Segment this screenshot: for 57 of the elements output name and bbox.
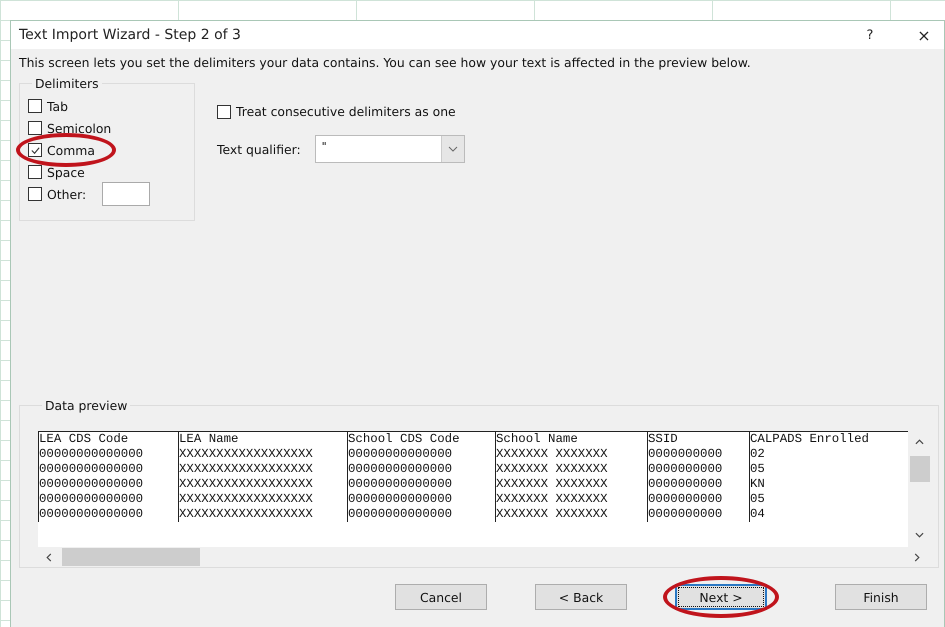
help-button[interactable]: ? — [850, 21, 890, 49]
column-header: LEA Name — [178, 432, 347, 447]
table-cell: 00000000000000 — [38, 507, 178, 522]
dialog-button[interactable]: Next > — [675, 584, 767, 610]
table-cell: 00000000000000 — [347, 462, 495, 477]
table-cell: XXXXXXX XXXXXXX — [495, 447, 647, 462]
table-cell: 0000000000 — [647, 477, 749, 492]
checkbox-option[interactable]: Treat consecutive delimiters as one — [217, 104, 465, 119]
chevron-right-icon — [914, 552, 920, 562]
field-label: Text qualifier: — [217, 142, 301, 156]
other-input-field[interactable] — [102, 182, 150, 206]
group-label: Delimiters — [34, 76, 100, 91]
table-cell: XXXXXXX XXXXXXX — [495, 492, 647, 507]
table-cell: 0000000000 — [647, 462, 749, 477]
table-cell: 0000000000 — [647, 507, 749, 522]
checkbox-option[interactable]: Comma — [28, 142, 95, 158]
chevron-down-icon — [915, 532, 924, 538]
scrollbar-thumb[interactable] — [62, 548, 200, 566]
scrollbar-thumb[interactable] — [910, 456, 930, 482]
table-cell: 0000000000 — [647, 447, 749, 462]
chevron-down-icon — [448, 146, 458, 152]
table-cell: XXXXXXX XXXXXXX — [495, 477, 647, 492]
checkbox-option[interactable]: Semicolon — [28, 120, 112, 136]
table-cell: 00000000000000 — [347, 477, 495, 492]
checkbox-option[interactable]: Other: — [28, 186, 86, 202]
chevron-up-icon — [915, 439, 924, 445]
dialog-button[interactable]: Finish — [835, 584, 927, 610]
check-icon — [30, 144, 40, 156]
group-label: Data preview — [44, 398, 128, 413]
table-cell: 00000000000000 — [38, 462, 178, 477]
table-cell: 0000000000 — [647, 492, 749, 507]
table-cell: 00000000000000 — [347, 492, 495, 507]
table-cell: 00000000000000 — [38, 447, 178, 462]
dialog-button[interactable]: < Back — [535, 584, 627, 610]
table-cell: XXXXXXX XXXXXXX — [495, 462, 647, 477]
checkbox-option[interactable]: Space — [28, 164, 85, 180]
table-cell: 00000000000000 — [347, 447, 495, 462]
column-header: LEA CDS Code — [38, 432, 178, 447]
column-header: SSID — [647, 432, 749, 447]
qualifier-dropdown[interactable]: " — [314, 135, 465, 163]
table-cell: XXXXXXXXXXXXXXXXXX — [178, 477, 347, 492]
column-header: School CDS Code — [347, 432, 495, 447]
table-cell: XXXXXXXXXXXXXXXXXX — [178, 447, 347, 462]
chevron-left-icon — [46, 552, 52, 562]
table-cell: 00000000000000 — [347, 507, 495, 522]
instruction-text: This screen lets you set the delimiters your data contains. You can see how your text is affected in the preview below. — [19, 55, 752, 70]
close-button[interactable]: × — [904, 21, 944, 49]
checkbox-option[interactable]: Tab — [28, 98, 68, 114]
dialog-button[interactable]: Cancel — [395, 584, 487, 610]
table-cell: 00000000000000 — [38, 477, 178, 492]
table-cell: XXXXXXX XXXXXXX — [495, 507, 647, 522]
window-title: Text Import Wizard - Step 2 of 3 — [19, 27, 242, 43]
table-cell: XXXXXXXXXXXXXXXXXX — [178, 492, 347, 507]
table-cell: XXXXXXXXXXXXXXXXXX — [178, 462, 347, 477]
column-header: School Name — [495, 432, 647, 447]
table-cell: XXXXXXXXXXXXXXXXXX — [178, 507, 347, 522]
table-cell: 00000000000000 — [38, 492, 178, 507]
